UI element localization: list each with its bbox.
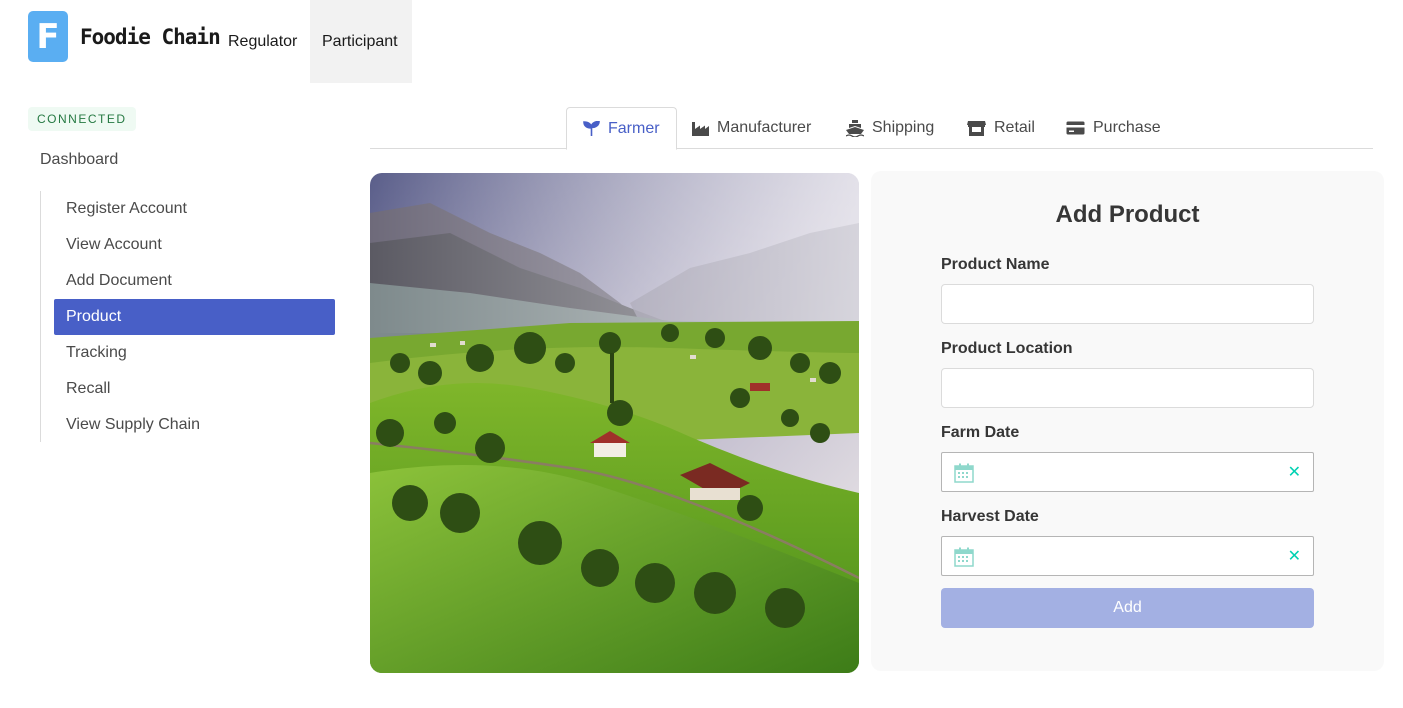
tab-purchase-label: Purchase bbox=[1093, 119, 1161, 136]
product-name-input[interactable] bbox=[941, 284, 1314, 324]
top-navbar: F Foodie Chain Regulator Participant bbox=[0, 0, 1403, 83]
product-location-label: Product Location bbox=[941, 340, 1073, 357]
participant-tabs: Farmer Manufacturer Shipping Retail Purc… bbox=[370, 107, 1373, 150]
sidebar-item-dashboard[interactable]: Dashboard bbox=[40, 151, 118, 169]
farm-landscape-image bbox=[370, 173, 859, 673]
sidebar-item-view-account[interactable]: View Account bbox=[54, 227, 335, 263]
connection-status-badge: CONNECTED bbox=[28, 107, 136, 131]
harvest-date-label: Harvest Date bbox=[941, 508, 1039, 525]
add-product-form: Add Product Product Name Product Locatio… bbox=[871, 171, 1384, 671]
store-icon bbox=[967, 121, 986, 136]
brand-logo-letter: F bbox=[36, 16, 60, 57]
tab-manufacturer-label: Manufacturer bbox=[717, 119, 812, 136]
tab-purchase[interactable]: Purchase bbox=[1050, 107, 1177, 149]
harvest-date-picker[interactable]: ✕ bbox=[941, 536, 1314, 576]
farm-date-label: Farm Date bbox=[941, 424, 1020, 441]
tab-retail[interactable]: Retail bbox=[951, 107, 1051, 149]
sidebar-submenu: Register Account View Account Add Docume… bbox=[40, 191, 335, 443]
tab-manufacturer[interactable]: Manufacturer bbox=[676, 107, 827, 149]
nav-item-participant[interactable]: Participant bbox=[310, 0, 412, 83]
add-product-button[interactable]: Add bbox=[941, 588, 1314, 628]
brand-logo-icon[interactable]: F bbox=[28, 11, 68, 62]
sidebar-item-add-document[interactable]: Add Document bbox=[54, 263, 335, 299]
sidebar-item-recall[interactable]: Recall bbox=[54, 371, 335, 407]
form-title: Add Product bbox=[1055, 201, 1200, 228]
seedling-icon bbox=[583, 121, 600, 136]
calendar-icon bbox=[954, 463, 974, 483]
ship-icon bbox=[846, 119, 864, 137]
tab-farmer[interactable]: Farmer bbox=[566, 107, 677, 150]
brand-name[interactable]: Foodie Chain bbox=[80, 25, 221, 49]
product-name-label: Product Name bbox=[941, 256, 1050, 273]
tab-shipping[interactable]: Shipping bbox=[830, 107, 950, 149]
tab-shipping-label: Shipping bbox=[872, 119, 935, 136]
tab-retail-label: Retail bbox=[994, 119, 1035, 136]
nav-item-regulator[interactable]: Regulator bbox=[216, 0, 309, 83]
clear-farm-date-icon[interactable]: ✕ bbox=[1288, 462, 1301, 482]
calendar-icon bbox=[954, 547, 974, 567]
credit-card-icon bbox=[1066, 121, 1085, 135]
clear-harvest-date-icon[interactable]: ✕ bbox=[1288, 546, 1301, 566]
sidebar-item-tracking[interactable]: Tracking bbox=[54, 335, 335, 371]
tab-farmer-label: Farmer bbox=[608, 119, 660, 137]
sidebar-item-product[interactable]: Product bbox=[54, 299, 335, 335]
farm-date-picker[interactable]: ✕ bbox=[941, 452, 1314, 492]
sidebar-item-register-account[interactable]: Register Account bbox=[54, 191, 335, 227]
product-location-input[interactable] bbox=[941, 368, 1314, 408]
sidebar-item-view-supply-chain[interactable]: View Supply Chain bbox=[54, 407, 335, 443]
industry-icon bbox=[692, 121, 709, 136]
